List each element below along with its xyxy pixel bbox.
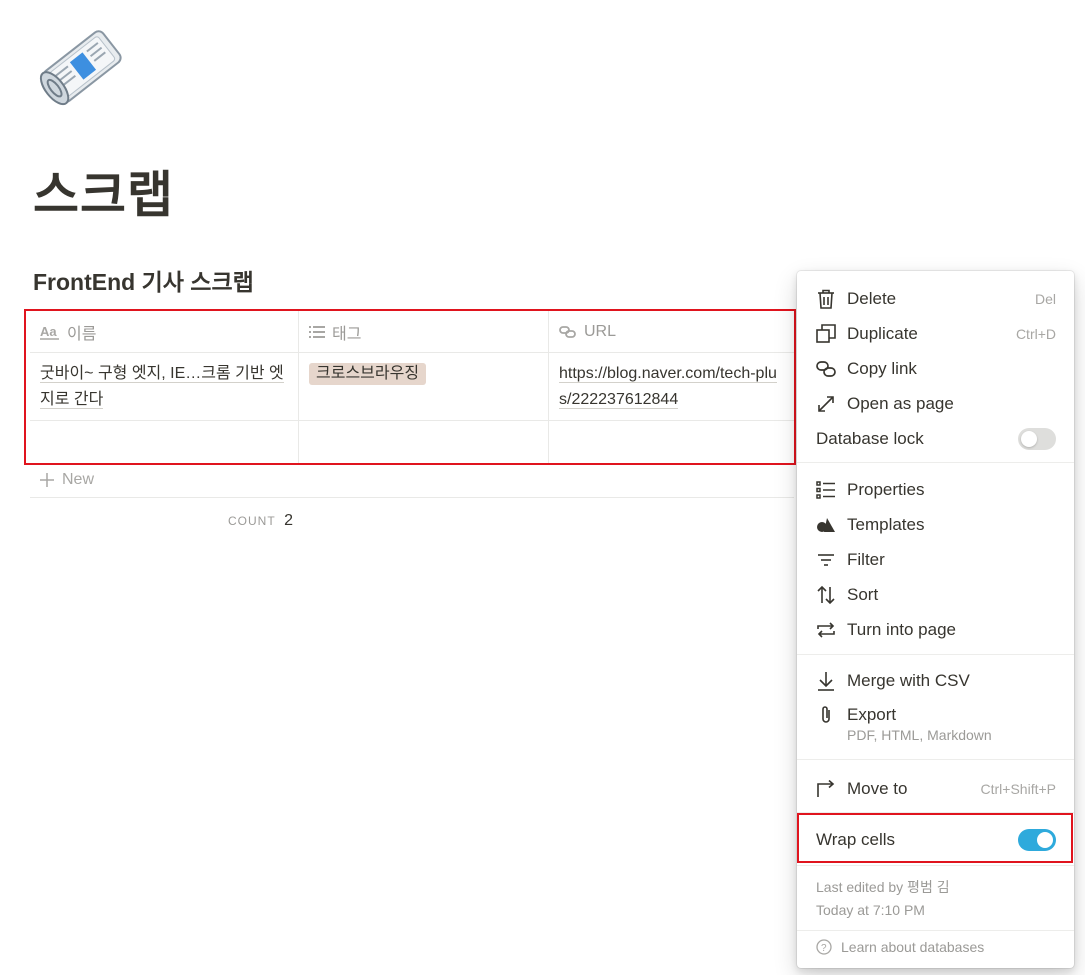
menu-item-label: Merge with CSV (847, 670, 970, 690)
menu-item-label: Delete (847, 288, 897, 308)
menu-item-label: Sort (847, 584, 879, 604)
count-value: 2 (284, 512, 294, 529)
column-header-label: URL (584, 322, 617, 340)
menu-divider (797, 462, 1074, 463)
sort-arrows-icon (815, 584, 837, 606)
menu-item-templates[interactable]: Templates (797, 507, 1074, 542)
menu-item-label: Templates (847, 514, 925, 534)
list-icon (309, 325, 325, 339)
menu-item-label: Database lock (816, 428, 924, 448)
menu-item-label: Wrap cells (816, 829, 896, 849)
last-edited-by: Last edited by 평범 김 (816, 879, 950, 895)
menu-item-merge-csv[interactable]: Merge with CSV (797, 663, 1074, 698)
count-footer[interactable]: COUNT 2 (228, 512, 293, 530)
export-formats-hint: PDF, HTML, Markdown (847, 727, 992, 743)
learn-about-databases-link[interactable]: ? Learn about databases (816, 939, 984, 955)
database-title[interactable]: FrontEnd 기사 스크랩 (33, 266, 254, 298)
download-icon (815, 670, 837, 692)
filter-icon (815, 549, 837, 571)
link-icon (815, 358, 837, 380)
menu-divider (797, 759, 1074, 760)
menu-item-delete[interactable]: Delete Del (797, 281, 1074, 316)
menu-item-label: Copy link (847, 358, 917, 378)
plus-icon (40, 472, 54, 487)
move-to-arrow-icon (815, 778, 837, 800)
duplicate-icon (815, 323, 837, 345)
menu-item-open-as-page[interactable]: Open as page (797, 386, 1074, 421)
page-title[interactable]: 스크랩 (33, 160, 174, 230)
menu-item-sort[interactable]: Sort (797, 577, 1074, 612)
menu-item-turn-into-page[interactable]: Turn into page (797, 612, 1074, 647)
properties-list-icon (815, 479, 837, 501)
table-header-row: Aa 이름 태그 URL (30, 310, 794, 353)
wrap-cells-toggle[interactable] (1018, 828, 1056, 851)
column-header-name[interactable]: Aa 이름 (30, 311, 299, 352)
menu-item-label: Open as page (847, 393, 954, 413)
new-row-label: New (62, 470, 95, 488)
turn-into-icon (815, 619, 837, 641)
tag-badge: 크로스브라우징 (309, 363, 427, 385)
text-aa-icon: Aa (40, 324, 60, 340)
menu-item-label: Move to (847, 778, 908, 798)
menu-item-move-to[interactable]: Move to Ctrl+Shift+P (797, 771, 1074, 806)
trash-icon (815, 288, 837, 310)
templates-shapes-icon (815, 514, 837, 536)
menu-item-properties[interactable]: Properties (797, 472, 1074, 507)
menu-item-label: Turn into page (847, 619, 956, 639)
expand-arrow-icon (815, 393, 837, 415)
menu-item-wrap-cells[interactable]: Wrap cells (797, 822, 1074, 857)
menu-divider (797, 654, 1074, 655)
column-header-label: 이름 (67, 325, 97, 343)
name-cell[interactable]: 굿바이~ 구형 엣지, IE…크롬 기반 엣지로 간다 (30, 353, 299, 420)
learn-link-label: Learn about databases (841, 939, 985, 955)
menu-item-label: Properties (847, 479, 925, 499)
menu-item-label: Export (847, 704, 897, 724)
column-header-tag[interactable]: 태그 (299, 311, 549, 352)
menu-divider (797, 812, 1074, 813)
database-lock-toggle[interactable] (1018, 427, 1056, 450)
row-name[interactable]: 굿바이~ 구형 엣지, IE…크롬 기반 엣지로 간다 (40, 365, 284, 409)
help-circle-icon: ? (816, 939, 832, 955)
url-cell[interactable]: https://blog.naver.com/tech-plus/2222376… (549, 353, 794, 420)
menu-item-filter[interactable]: Filter (797, 542, 1074, 577)
name-cell[interactable] (30, 421, 299, 463)
new-row-button[interactable]: New (30, 462, 794, 498)
menu-item-database-lock[interactable]: Database lock (797, 421, 1074, 456)
menu-item-label: Duplicate (847, 323, 918, 343)
column-header-label: 태그 (332, 325, 362, 343)
column-header-url[interactable]: URL (549, 311, 794, 352)
database-table: Aa 이름 태그 URL 굿바이~ 구형 엣지, IE…크롬 기반 엣지로 간다… (30, 310, 794, 464)
tag-cell[interactable]: 크로스브라우징 (299, 353, 549, 420)
svg-text:?: ? (821, 943, 827, 954)
paperclip-icon (815, 704, 837, 726)
menu-shortcut: Del (1034, 290, 1056, 307)
menu-divider (797, 865, 1074, 866)
count-label: COUNT (228, 514, 276, 528)
link-icon (559, 325, 577, 339)
last-edited-time: Today at 7:10 PM (816, 902, 925, 918)
menu-shortcut: Ctrl+Shift+P (980, 780, 1056, 797)
menu-item-copy-link[interactable]: Copy link (797, 351, 1074, 386)
row-url[interactable]: https://blog.naver.com/tech-plus/2222376… (559, 365, 777, 409)
newspaper-roll-icon[interactable] (32, 18, 132, 114)
menu-item-duplicate[interactable]: Duplicate Ctrl+D (797, 316, 1074, 351)
menu-shortcut: Ctrl+D (1015, 325, 1056, 342)
table-row[interactable] (30, 421, 794, 464)
database-options-menu: Delete Del Duplicate Ctrl+D Copy link Op… (797, 271, 1074, 968)
tag-cell[interactable] (299, 421, 549, 463)
menu-item-label: Filter (847, 549, 885, 569)
svg-text:Aa: Aa (40, 324, 57, 339)
url-cell[interactable] (549, 421, 794, 463)
table-row[interactable]: 굿바이~ 구형 엣지, IE…크롬 기반 엣지로 간다 크로스브라우징 http… (30, 353, 794, 421)
menu-divider (797, 930, 1074, 931)
